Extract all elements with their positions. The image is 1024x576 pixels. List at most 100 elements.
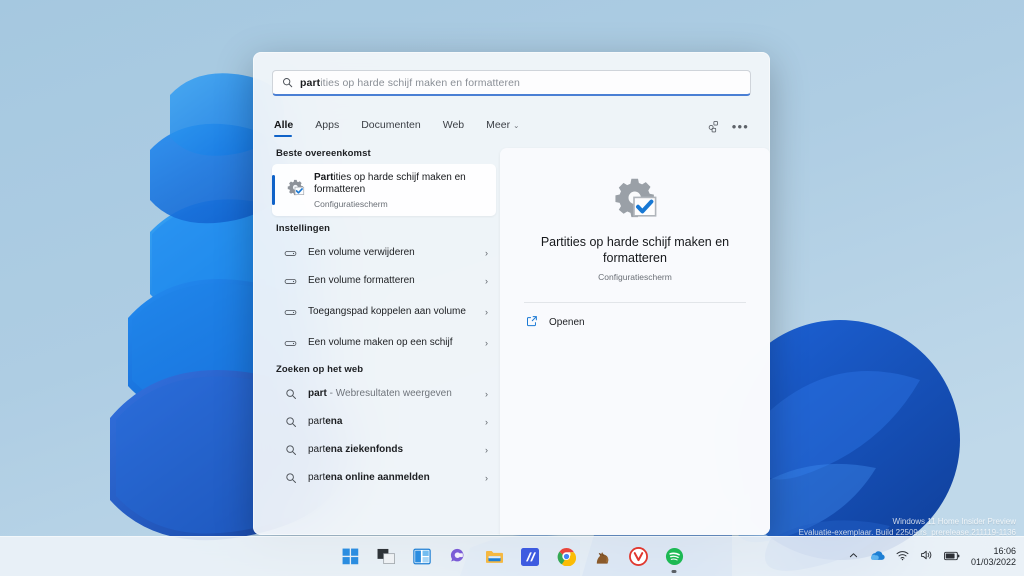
task-view-button[interactable]	[375, 546, 397, 568]
settings-result-0-label: Een volume verwijderen	[308, 247, 415, 258]
tab-apps[interactable]: Apps	[304, 119, 350, 138]
widgets-icon	[413, 548, 431, 565]
search-header: partities op harde schijf maken en forma…	[253, 52, 770, 138]
onedrive-cloud-icon[interactable]	[870, 548, 885, 566]
settings-result-0[interactable]: Een volume verwijderen ›	[272, 239, 496, 267]
wifi-icon[interactable]	[896, 548, 909, 566]
taskbar: 16:06 01/03/2022	[0, 536, 1024, 576]
best-match-title-bold: Part	[314, 171, 334, 183]
people-share-icon[interactable]	[707, 120, 720, 133]
best-match-item[interactable]: Partities op harde schijf maken en forma…	[272, 164, 496, 216]
widgets-button[interactable]	[411, 546, 433, 568]
disk-drive-icon	[283, 306, 298, 319]
taskbar-clock[interactable]: 16:06 01/03/2022	[971, 546, 1016, 568]
app-m-button[interactable]	[519, 546, 541, 568]
vivaldi-icon	[628, 547, 648, 566]
settings-result-1[interactable]: Een volume formatteren ›	[272, 267, 496, 295]
search-typed-text: part	[300, 76, 321, 89]
chrome-button[interactable]	[555, 546, 577, 568]
disk-drive-icon	[283, 337, 298, 350]
web-result-0-label: part - Webresultaten weergeven	[308, 388, 475, 400]
chevron-right-icon: ›	[485, 473, 488, 483]
web-result-3-bold: ena online aanmelden	[325, 472, 430, 483]
tab-documenten-label: Documenten	[361, 119, 421, 131]
speaker-icon[interactable]	[920, 548, 933, 566]
control-panel-gear-check-icon	[286, 178, 305, 202]
web-result-0-rest: - Webresultaten weergeven	[326, 388, 452, 399]
section-web-heading: Zoeken op het web	[276, 364, 364, 375]
desktop: partities op harde schijf maken en forma…	[0, 0, 1024, 576]
settings-result-3[interactable]: Een volume maken op een schijf ›	[272, 329, 496, 357]
watermark-line-1: Windows 11 Home Insider Preview	[892, 517, 1016, 526]
onedrive-cloud-glyph	[870, 550, 885, 560]
web-result-0[interactable]: part - Webresultaten weergeven ›	[272, 380, 496, 408]
web-result-2-bold: ena ziekenfonds	[325, 444, 404, 455]
chevron-right-icon: ›	[485, 389, 488, 399]
search-icon	[283, 444, 298, 456]
battery-icon[interactable]	[944, 548, 960, 566]
chevron-down-icon: ⌄	[513, 121, 520, 130]
web-result-3[interactable]: partena online aanmelden ›	[272, 464, 496, 492]
windows-logo-icon	[342, 548, 358, 565]
chrome-icon	[557, 547, 576, 566]
search-icon	[283, 388, 298, 400]
web-result-2-prefix: part	[308, 444, 326, 455]
task-view-icon	[377, 548, 395, 564]
chevron-right-icon: ›	[485, 417, 488, 427]
tab-web-label: Web	[442, 119, 465, 131]
web-result-2-label: partena ziekenfonds	[308, 444, 475, 456]
tab-web[interactable]: Web	[432, 119, 475, 138]
chat-button[interactable]	[447, 546, 469, 568]
folder-icon	[485, 551, 503, 563]
preview-subtitle: Configuratiescherm	[598, 272, 672, 282]
settings-result-2[interactable]: Toegangspad koppelen aan volume ›	[272, 295, 496, 329]
preview-open-label: Openen	[549, 317, 585, 328]
best-match-title: Partities op harde schijf maken en forma…	[314, 172, 486, 197]
search-header-actions: •••	[707, 120, 751, 138]
vivaldi-button[interactable]	[627, 546, 649, 568]
horse-icon	[596, 551, 608, 564]
web-result-1[interactable]: partena ›	[272, 408, 496, 436]
search-suggestion-text: ities op harde schijf maken en formatter…	[320, 76, 520, 89]
search-input[interactable]: partities op harde schijf maken en forma…	[272, 70, 751, 96]
running-indicator	[671, 570, 677, 573]
horse-app-button[interactable]	[591, 546, 613, 568]
tab-alle-label: Alle	[274, 119, 294, 131]
file-explorer-button[interactable]	[483, 546, 505, 568]
tab-meer-label: Meer	[486, 119, 511, 131]
tab-alle[interactable]: Alle	[272, 119, 304, 138]
insider-watermark: Windows 11 Home Insider Preview Evaluati…	[799, 516, 1016, 538]
best-match-subtitle: Configuratiescherm	[314, 198, 388, 209]
spotify-button[interactable]	[663, 546, 685, 573]
section-best-match-heading: Beste overeenkomst	[276, 148, 371, 159]
blue-m-app-icon	[521, 547, 539, 566]
search-body: Beste overeenkomst Partities op harde sc…	[253, 138, 770, 535]
disk-drive-icon	[283, 275, 298, 288]
preview-title: Partities op harde schijf maken en forma…	[540, 235, 730, 265]
tab-documenten[interactable]: Documenten	[350, 119, 432, 138]
search-preview-pane: Partities op harde schijf maken en forma…	[496, 148, 770, 535]
spotify-icon	[665, 547, 683, 566]
chevron-right-icon: ›	[485, 276, 488, 286]
tab-meer[interactable]: Meer ⌄	[475, 119, 530, 138]
search-results-list: Beste overeenkomst Partities op harde sc…	[253, 148, 496, 535]
external-link-icon	[526, 315, 538, 330]
section-settings-heading: Instellingen	[276, 223, 330, 234]
preview-open-action[interactable]: Openen	[522, 303, 748, 330]
web-result-1-label: partena	[308, 416, 475, 428]
chevron-right-icon: ›	[485, 307, 488, 317]
preview-card: Partities op harde schijf maken en forma…	[500, 148, 770, 535]
settings-result-3-label: Een volume maken op een schijf	[308, 337, 453, 348]
search-icon	[282, 77, 293, 88]
chevron-up-icon[interactable]	[848, 548, 859, 566]
ellipsis-icon[interactable]: •••	[732, 120, 749, 133]
best-match-title-rest: ities op harde schijf maken en formatter…	[314, 171, 466, 196]
clock-date: 01/03/2022	[970, 556, 1016, 567]
start-button[interactable]	[339, 546, 361, 568]
tab-apps-label: Apps	[315, 119, 340, 131]
settings-result-2-label: Toegangspad koppelen aan volume	[308, 306, 466, 317]
chevron-right-icon: ›	[485, 445, 488, 455]
web-result-2[interactable]: partena ziekenfonds ›	[272, 436, 496, 464]
system-tray: 16:06 01/03/2022	[848, 546, 1016, 568]
best-match-text: Partities op harde schijf maken en forma…	[314, 172, 486, 209]
